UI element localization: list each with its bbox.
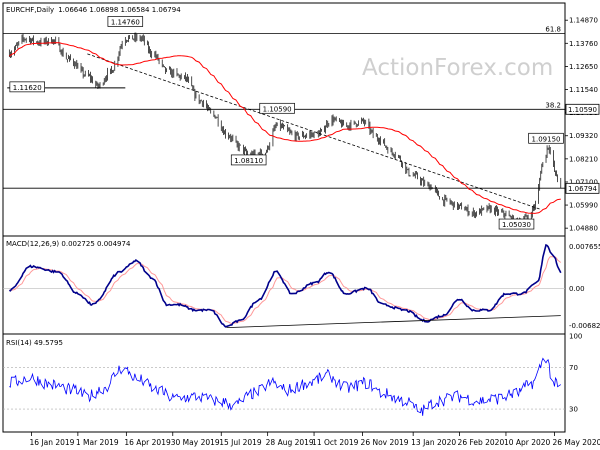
price-y-tick-label: 1.05990 [569, 202, 598, 210]
x-tick-label: 1 Mar 2019 [76, 438, 119, 447]
price-annotation: 1.11620 [9, 81, 46, 93]
price-y-tick-label: 1.11540 [569, 86, 598, 94]
annotation-label: 1.09150 [532, 135, 561, 143]
annotation-label: 1.05030 [502, 221, 531, 229]
price-annotation: 1.14760 [107, 16, 144, 27]
x-tick-label: 11 Oct 2019 [312, 438, 359, 447]
price-annotation: 1.09150 [528, 132, 564, 144]
price-y-tick-label: 1.12650 [569, 63, 598, 71]
macd-y-tick-label: 0.00 [569, 285, 585, 293]
price-tag-label: 1.10590 [568, 106, 597, 114]
x-tick-label: 13 Jan 2020 [411, 438, 456, 447]
watermark: ActionForex.com [362, 55, 553, 81]
x-tick-label: 15 Jul 2019 [219, 438, 262, 447]
price-y-tick-label: 1.09320 [569, 132, 598, 140]
price-y-tick-label: 1.08210 [569, 155, 598, 163]
price-y-tick-label: 1.13760 [569, 40, 598, 48]
chart-canvas: ActionForex.com 1.14760 1.11620 1.10590 1.0… [2, 2, 600, 447]
annotation-label: 1.14760 [111, 18, 140, 26]
x-tick-label: 26 May 2020 [552, 438, 600, 447]
price-y-tick-label: 1.14870 [569, 17, 598, 25]
fib-label: 61.8 [545, 26, 561, 34]
x-tick-label: 16 Apr 2019 [124, 438, 171, 447]
price-title: EURCHF,Daily 1.06646 1.06898 1.06584 1.06… [6, 6, 181, 14]
macd-y-tick-label: -0.006822 [569, 322, 600, 330]
fib-label: 38.2 [545, 101, 561, 109]
x-tick-label: 16 Jan 2019 [29, 438, 74, 447]
annotation-label: 1.10590 [263, 105, 292, 113]
macd-panel [2, 235, 566, 335]
macd-title: MACD(12,26,9) 0.002725 0.004974 [6, 240, 131, 248]
price-panel [2, 2, 566, 237]
price-annotation: 1.05030 [498, 218, 535, 230]
x-tick-label: 26 Feb 2020 [458, 438, 505, 447]
x-tick-label: 30 May 2019 [171, 438, 220, 447]
macd-y-tick-label: 0.007655 [569, 243, 600, 251]
x-tick-label: 10 Apr 2020 [504, 438, 551, 447]
rsi-title: RSI(14) 49.5795 [6, 339, 63, 347]
annotation-label: 1.11620 [13, 84, 42, 92]
x-tick-label: 28 Aug 2019 [266, 438, 314, 447]
price-annotation: 1.10590 [259, 102, 295, 114]
rsi-panel [2, 333, 566, 433]
price-y-tick-label: 1.04880 [569, 225, 598, 233]
annotation-label: 1.08110 [234, 157, 263, 165]
price-tag-label: 1.06794 [568, 185, 597, 193]
rsi-y-tick-label: 70 [569, 364, 578, 372]
price-annotation: 1.08110 [230, 154, 267, 166]
rsi-y-tick-label: 100 [569, 333, 582, 341]
x-tick-label: 26 Nov 2019 [361, 438, 409, 447]
rsi-y-tick-label: 30 [569, 406, 578, 414]
